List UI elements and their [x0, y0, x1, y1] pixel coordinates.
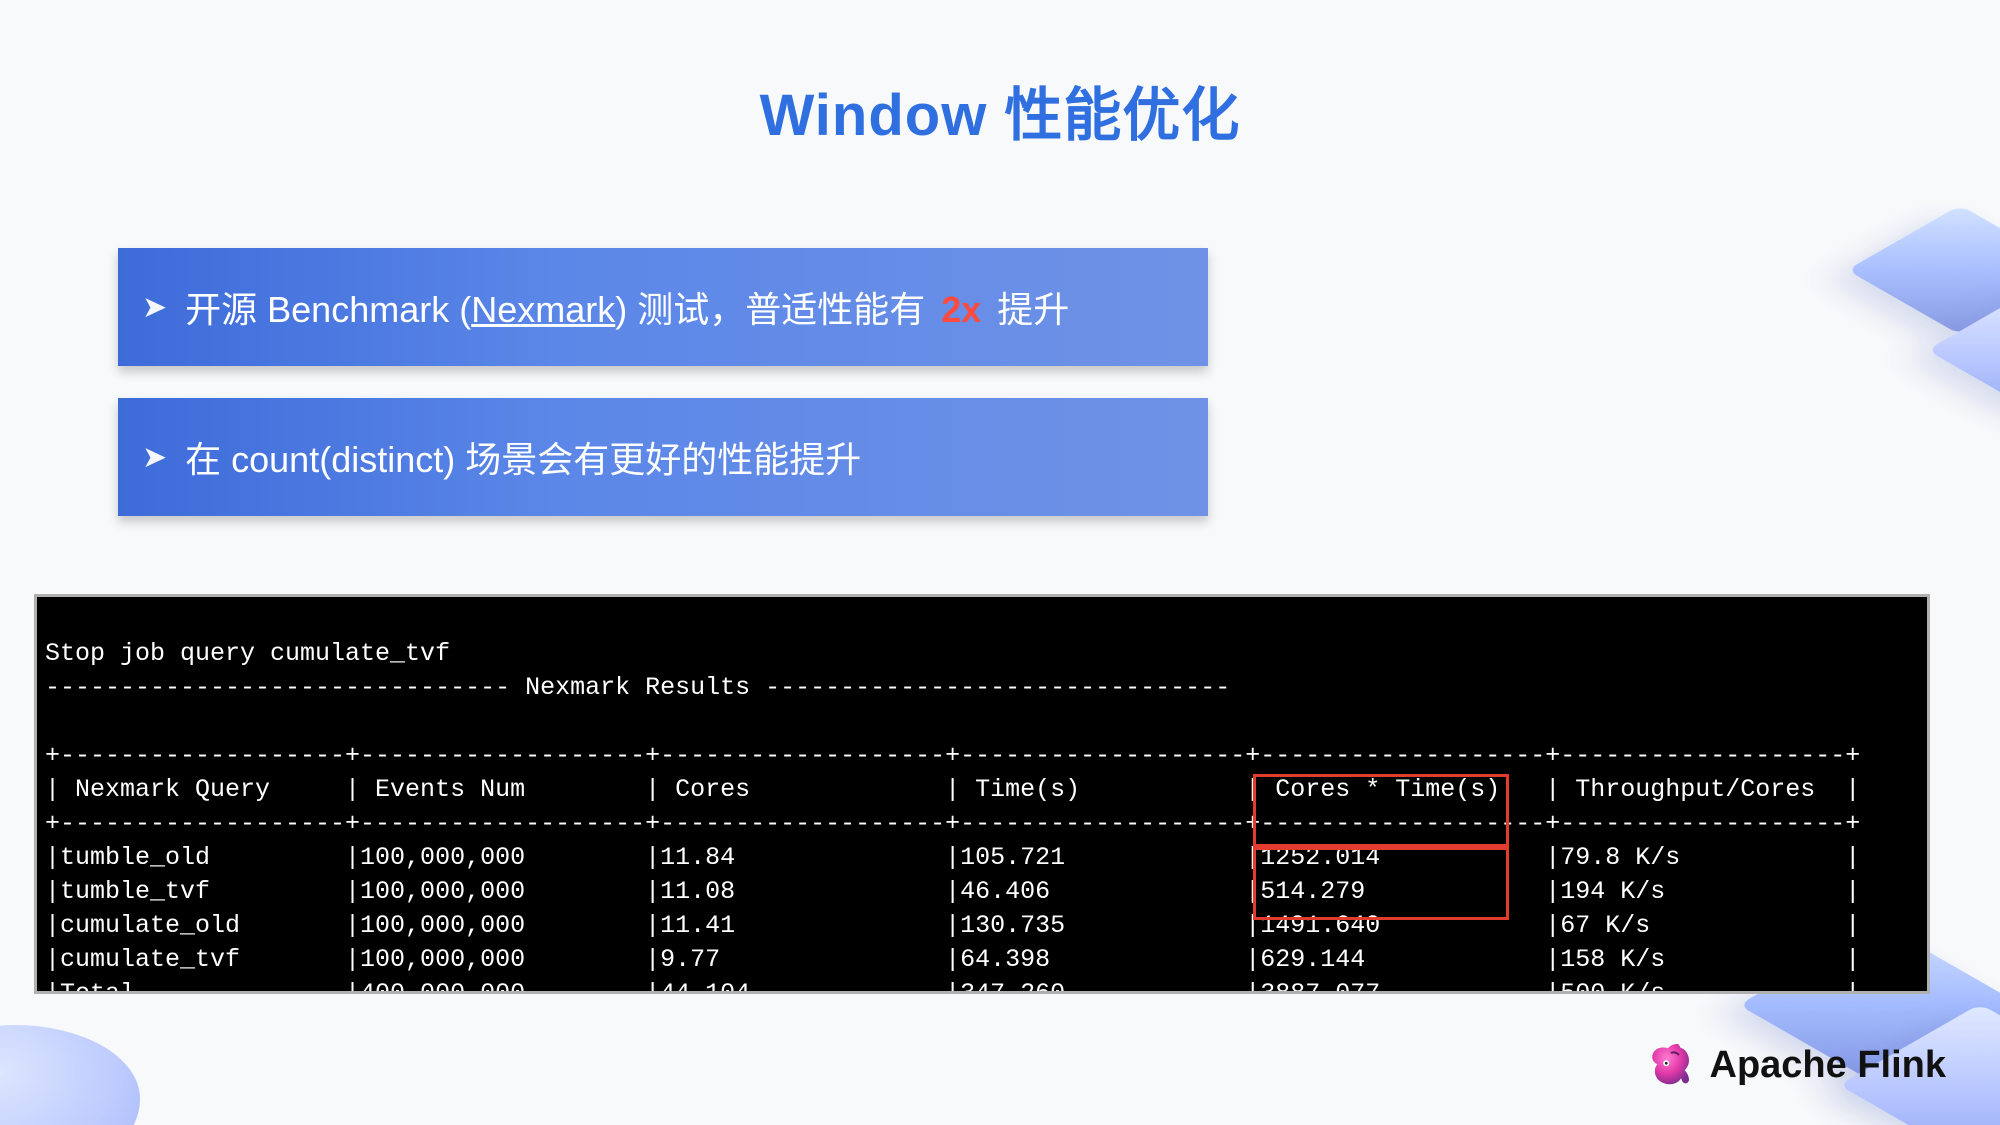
bullet-distinct: ➤ 在 count(distinct) 场景会有更好的性能提升: [118, 398, 1208, 516]
table-row: |cumulate_tvf |100,000,000 |9.77 |64.398…: [45, 945, 1860, 974]
decoration-top-right: [1800, 150, 2000, 470]
bullet-benchmark: ➤ 开源 Benchmark (Nexmark) 测试，普适性能有 2x 提升: [118, 248, 1208, 366]
terminal-header: | Nexmark Query | Events Num | Cores | T…: [45, 775, 1860, 804]
bullet-arrow-icon: ➤: [142, 290, 167, 325]
table-row: |tumble_old |100,000,000 |11.84 |105.721…: [45, 843, 1860, 872]
terminal-output: Stop job query cumulate_tvf ------------…: [34, 594, 1930, 994]
bullet-2-text: 在 count(distinct) 场景会有更好的性能提升: [185, 431, 861, 483]
terminal-rule: +-------------------+-------------------…: [45, 809, 1860, 838]
bullet-1-post: 提升: [987, 289, 1069, 330]
flink-logo-icon: [1640, 1037, 1696, 1093]
decoration-bottom-left: [0, 985, 160, 1125]
bullet-1-mid: ) 测试，普适性能有: [615, 289, 935, 330]
bullet-1-emphasis: 2x: [941, 289, 981, 330]
terminal-intro: Stop job query cumulate_tvf: [45, 639, 450, 668]
terminal-banner: ------------------------------- Nexmark …: [45, 673, 1230, 702]
bullet-1-pre: 开源 Benchmark (: [185, 289, 471, 330]
bullet-arrow-icon: ➤: [142, 440, 167, 475]
table-row: |tumble_tvf |100,000,000 |11.08 |46.406 …: [45, 877, 1860, 906]
bullet-1-text: 开源 Benchmark (Nexmark) 测试，普适性能有 2x 提升: [185, 281, 1069, 333]
terminal-rule: +-------------------+-------------------…: [45, 741, 1860, 770]
slide-title: Window 性能优化: [0, 68, 2000, 152]
table-row: |Total |400,000,000 |44.104 |347.260 |38…: [45, 979, 1860, 994]
table-row: |cumulate_old |100,000,000 |11.41 |130.7…: [45, 911, 1860, 940]
footer-brand: Apache Flink: [1640, 1037, 1947, 1093]
footer-brand-text: Apache Flink: [1710, 1044, 1947, 1087]
nexmark-link[interactable]: Nexmark: [471, 289, 615, 330]
